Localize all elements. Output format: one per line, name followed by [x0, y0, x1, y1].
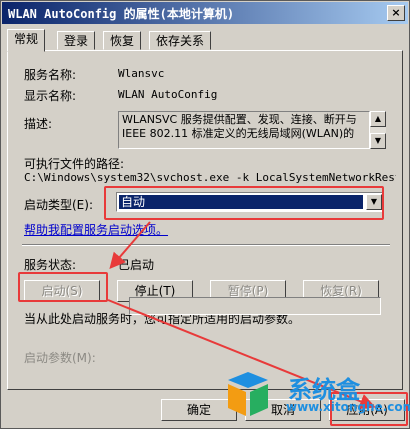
watermark-logo-icon — [228, 372, 268, 416]
arrow-to-start-button — [109, 221, 151, 270]
watermark-url: www.xitonghe.com — [286, 400, 410, 414]
annotation-arrows — [107, 221, 376, 409]
watermark: 系统盒 www.xitonghe.com — [218, 370, 410, 424]
tab-general[interactable]: 常规 — [7, 29, 46, 52]
